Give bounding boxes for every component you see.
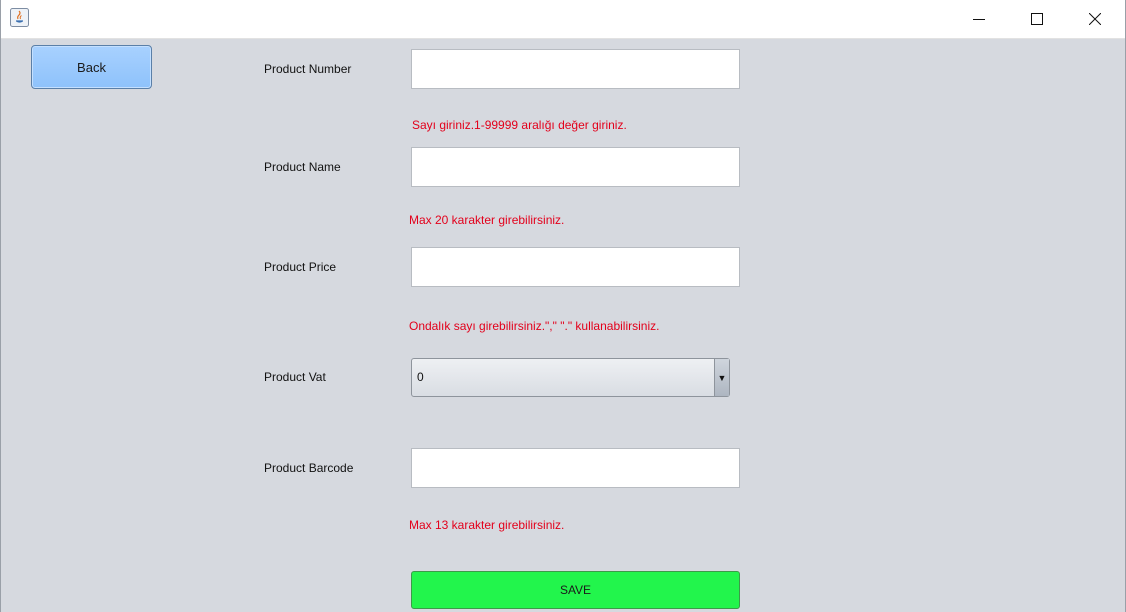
app-window: Back Product Number Sayı giriniz.1-99999…	[0, 0, 1126, 612]
back-button-label: Back	[77, 59, 106, 75]
product-price-hint: Ondalık sayı girebilirsiniz."," "." kull…	[409, 319, 660, 333]
minimize-icon	[973, 19, 985, 20]
maximize-button[interactable]	[1014, 0, 1060, 38]
product-price-label: Product Price	[264, 260, 337, 274]
product-barcode-label: Product Barcode	[264, 461, 354, 475]
close-icon	[1089, 13, 1101, 25]
product-barcode-input[interactable]	[411, 448, 740, 488]
chevron-down-icon[interactable]: ▼	[714, 359, 729, 396]
product-vat-selected-value: 0	[417, 370, 424, 384]
product-name-input[interactable]	[411, 147, 740, 187]
back-button[interactable]: Back	[31, 45, 152, 89]
minimize-button[interactable]	[956, 0, 1002, 38]
close-button[interactable]	[1072, 0, 1118, 38]
product-price-input[interactable]	[411, 247, 740, 287]
maximize-icon	[1031, 13, 1043, 25]
title-bar	[1, 0, 1125, 39]
product-vat-select[interactable]: 0 ▼	[411, 358, 730, 397]
product-vat-label: Product Vat	[264, 370, 326, 384]
product-name-hint: Max 20 karakter girebilirsiniz.	[409, 213, 565, 227]
product-number-hint: Sayı giriniz.1-99999 aralığı değer girin…	[412, 118, 627, 132]
product-barcode-hint: Max 13 karakter girebilirsiniz.	[409, 518, 565, 532]
save-button[interactable]: SAVE	[411, 571, 740, 609]
save-button-label: SAVE	[559, 583, 592, 597]
product-number-input[interactable]	[411, 49, 740, 89]
product-number-label: Product Number	[264, 62, 352, 76]
product-name-label: Product Name	[264, 160, 341, 174]
java-icon[interactable]	[10, 8, 29, 27]
